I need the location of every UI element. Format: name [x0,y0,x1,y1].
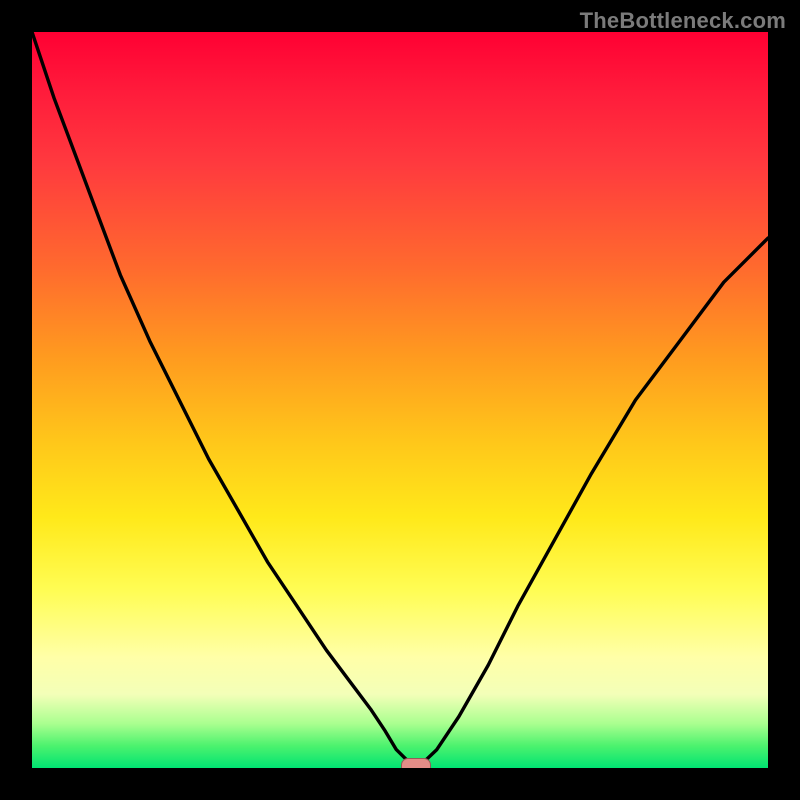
bottleneck-curve [32,32,768,764]
chart-container: TheBottleneck.com [0,0,800,800]
curve-svg [32,32,768,768]
plot-area [32,32,768,768]
min-point-marker [401,758,431,768]
watermark-text: TheBottleneck.com [580,8,786,34]
